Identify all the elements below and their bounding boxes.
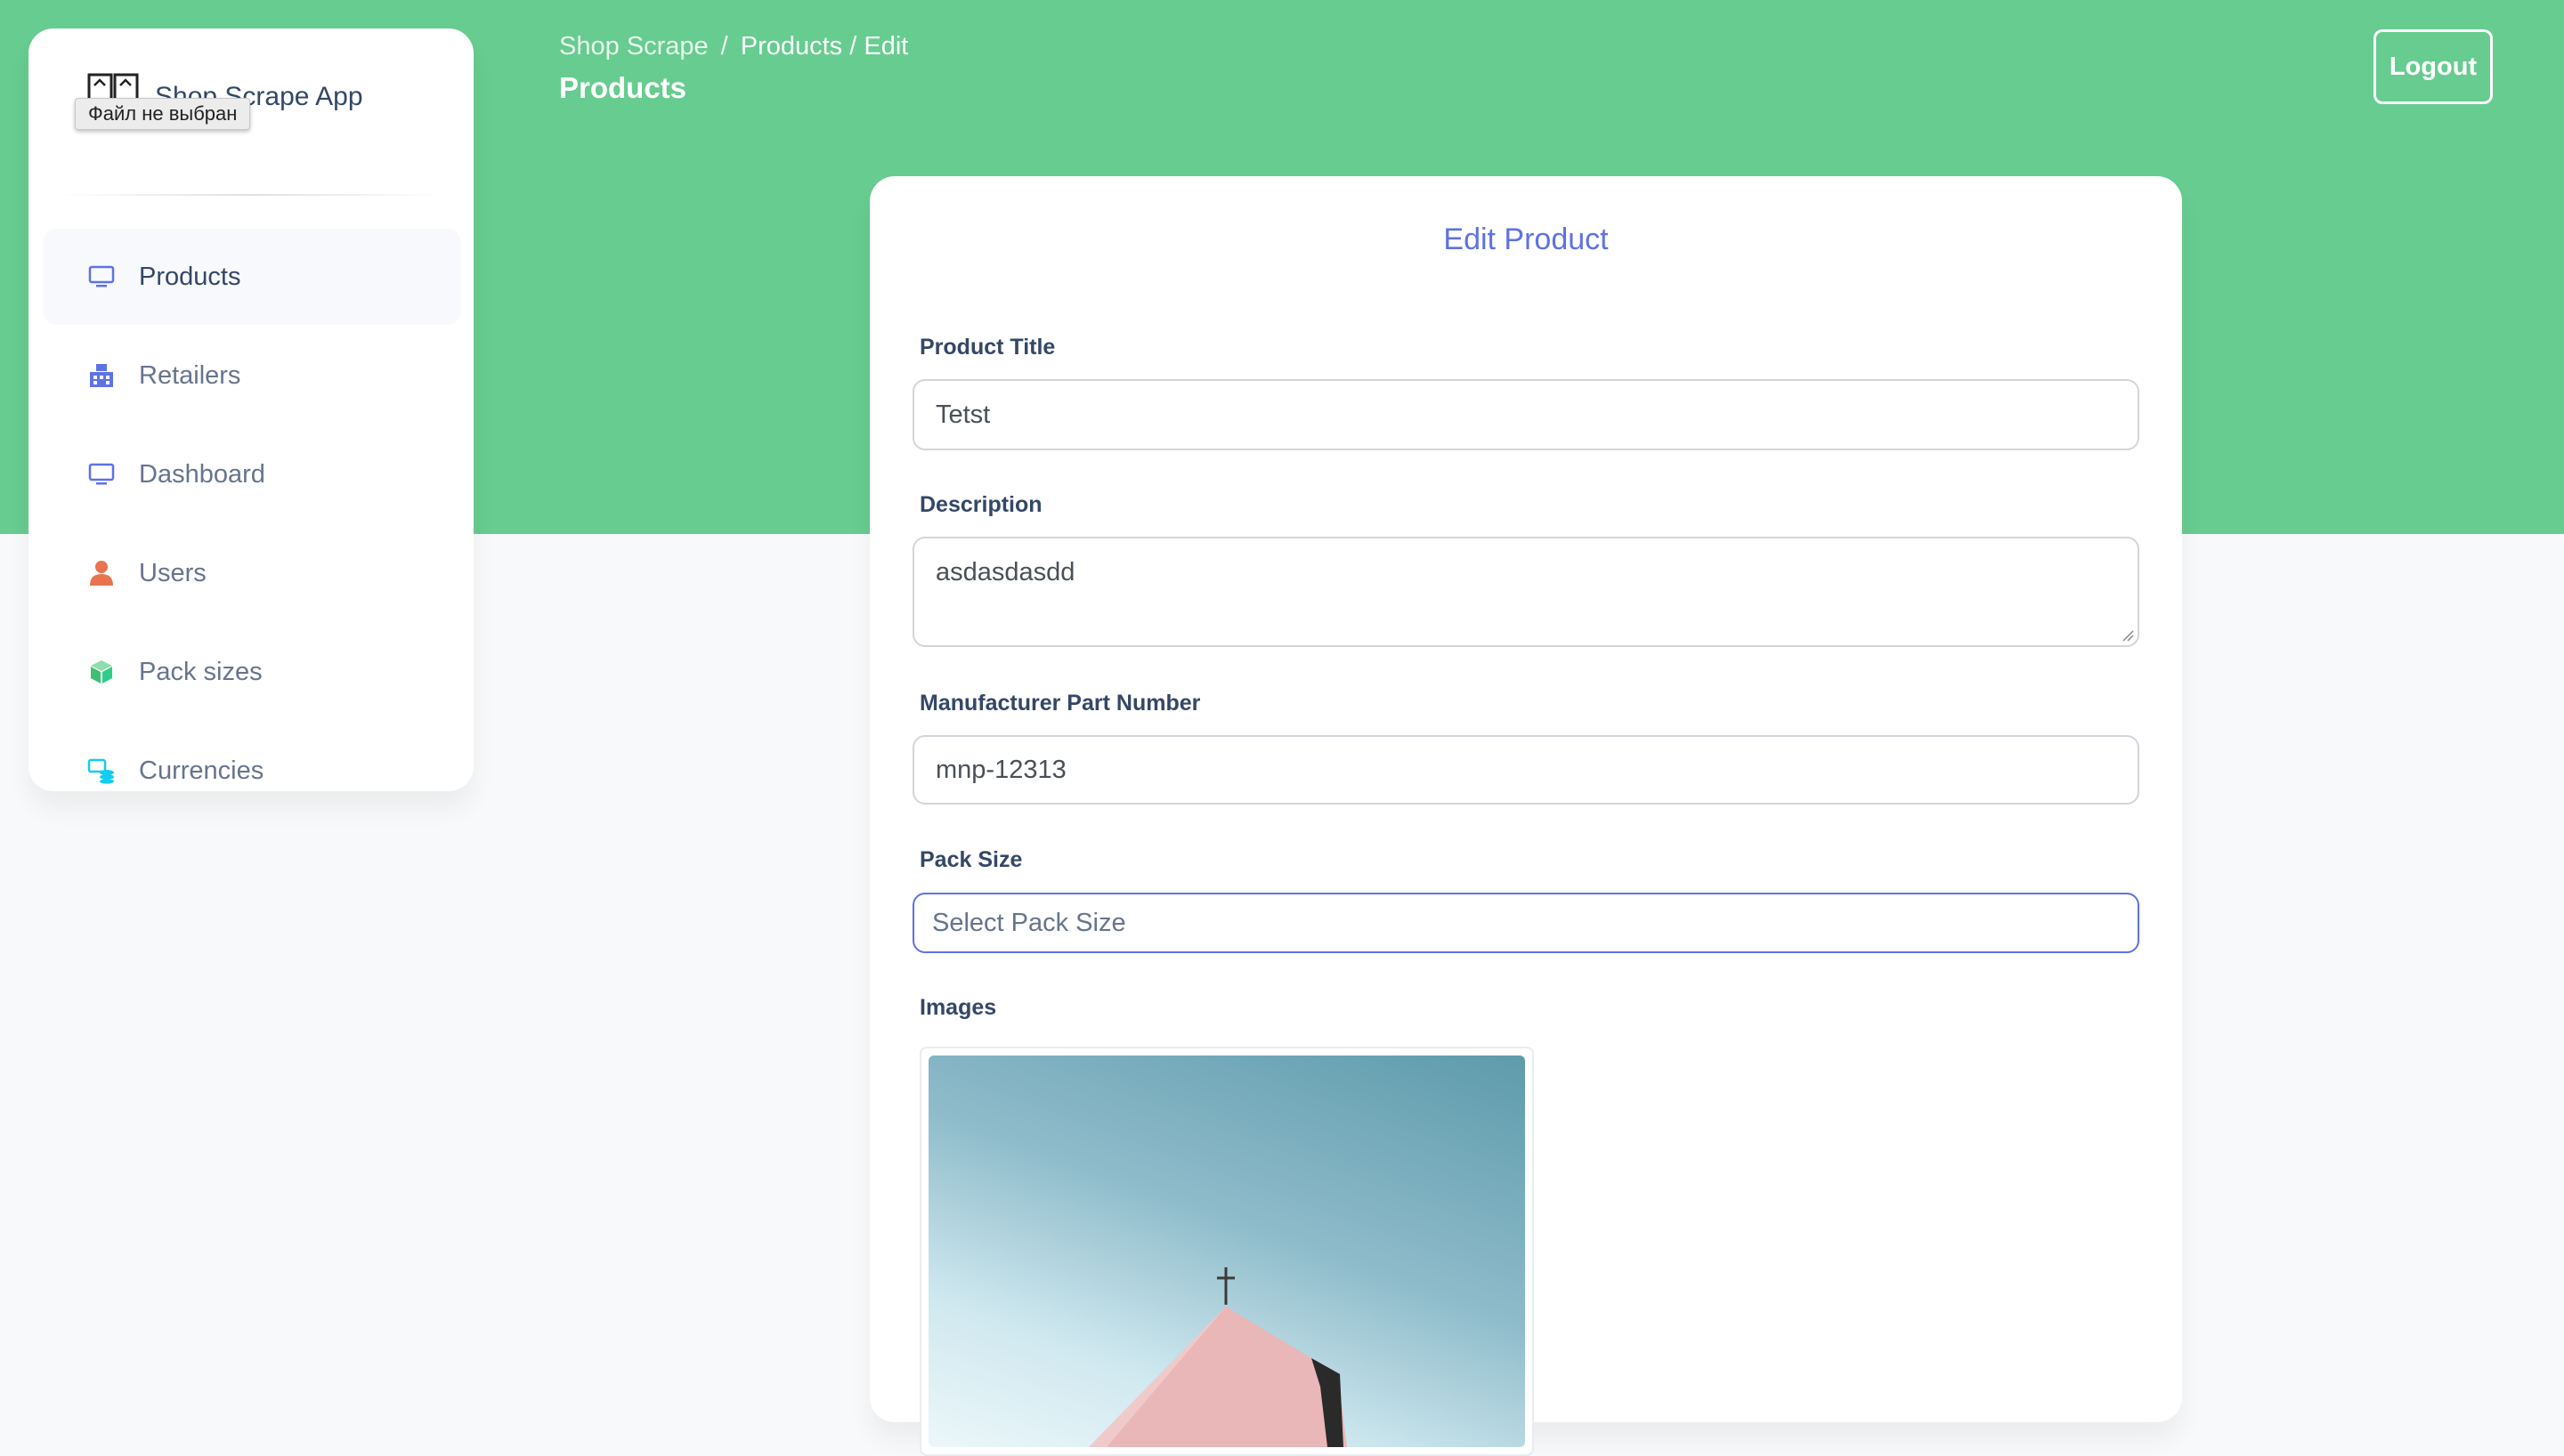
page-title: Products [559, 71, 687, 104]
description-label: Description [920, 492, 1043, 517]
sidebar-item-label: Products [139, 262, 241, 291]
sidebar-item-label: Pack sizes [139, 657, 263, 686]
product-image [929, 1056, 1525, 1447]
product-title-value: Tetst [936, 400, 991, 429]
user-icon [87, 559, 116, 587]
card-title: Edit Product [1443, 222, 1609, 256]
monitor-icon [87, 460, 116, 489]
description-value: asdasdasdd [936, 558, 1075, 586]
product-image-thumbnail[interactable] [920, 1047, 1534, 1456]
breadcrumb: Shop Scrape / Products / Edit [559, 32, 908, 61]
mpn-value: mnp-12313 [936, 755, 1067, 784]
file-input-tooltip: Файл не выбран [75, 98, 251, 130]
description-textarea[interactable]: asdasdasdd [913, 537, 2139, 647]
sidebar-item-currencies[interactable]: Currencies [43, 723, 461, 819]
sidebar-item-label: Retailers [139, 360, 241, 390]
sidebar-item-retailers[interactable]: Retailers [43, 328, 461, 424]
brand[interactable]: Shop Scrape App Файл не выбран [28, 28, 474, 198]
breadcrumb-root-link[interactable]: Shop Scrape [559, 32, 709, 61]
sidebar-item-label: Users [139, 558, 207, 587]
sidebar-nav: Products Retailers Dashboard Users Pack … [43, 229, 461, 821]
mpn-input[interactable]: mnp-12313 [913, 735, 2139, 805]
sidebar-item-pack-sizes[interactable]: Pack sizes [43, 624, 461, 720]
box-icon [87, 658, 116, 686]
monitor-icon [87, 263, 116, 291]
church-roof-photo [1089, 1267, 1347, 1447]
pack-size-label: Pack Size [920, 847, 1023, 872]
mpn-label: Manufacturer Part Number [920, 691, 1201, 716]
resize-grip-icon[interactable] [2122, 629, 2134, 642]
sidebar-item-label: Currencies [139, 756, 264, 785]
product-title-label: Product Title [920, 335, 1056, 360]
sidebar-item-dashboard[interactable]: Dashboard [43, 426, 461, 522]
sidebar-item-label: Dashboard [139, 459, 265, 489]
breadcrumb-separator: / [720, 32, 728, 61]
sidebar-item-products[interactable]: Products [43, 229, 461, 325]
pack-size-select[interactable]: Select Pack Size [913, 893, 2139, 953]
edit-product-card: Edit Product Product Title Tetst Descrip… [870, 176, 2182, 1456]
breadcrumb-current: Products / Edit [740, 32, 909, 61]
coins-icon [87, 756, 116, 785]
product-title-input[interactable]: Tetst [913, 379, 2139, 450]
sidebar: Shop Scrape App Файл не выбран Products … [28, 28, 474, 791]
images-label: Images [920, 995, 997, 1020]
logout-button[interactable]: Logout [2373, 29, 2493, 104]
building-icon [87, 361, 116, 390]
sidebar-divider [57, 194, 445, 196]
sidebar-item-users[interactable]: Users [43, 525, 461, 621]
pack-size-placeholder: Select Pack Size [932, 908, 1126, 937]
